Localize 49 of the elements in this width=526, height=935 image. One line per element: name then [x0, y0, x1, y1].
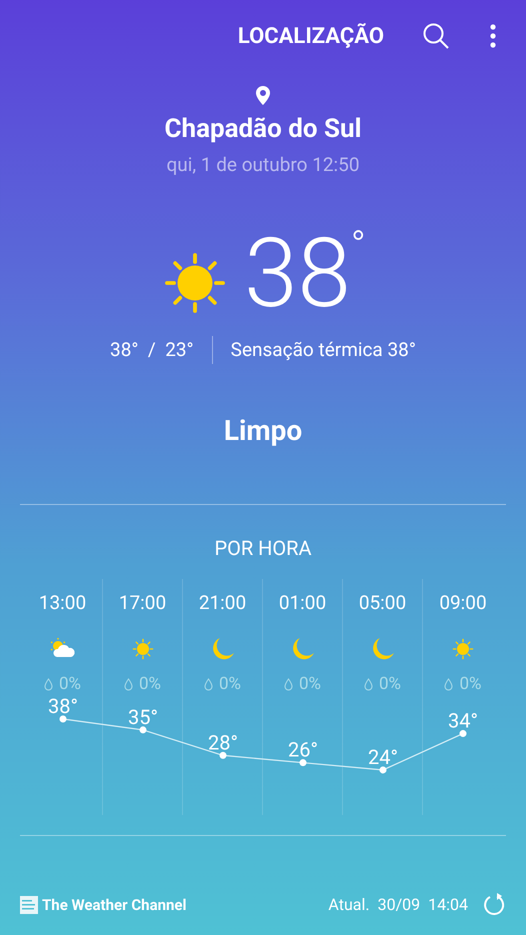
temperature-point	[140, 726, 146, 734]
temperature-label: 26°	[288, 738, 318, 762]
droplet-icon	[364, 678, 373, 691]
temperature-point	[300, 759, 306, 766]
hour-label: 13:00	[38, 590, 86, 616]
precipitation-chance: 0%	[459, 672, 482, 696]
updated-date: 30/09	[378, 894, 420, 916]
hour-label: 21:00	[198, 590, 246, 616]
feels-like: Sensação térmica 38°	[230, 336, 416, 362]
droplet-icon	[124, 678, 133, 691]
temperature-label: 34°	[448, 708, 478, 733]
high-low-temperature: 38° / 23°	[110, 336, 213, 364]
temperature-label: 38°	[48, 694, 78, 718]
precipitation-chance: 0%	[138, 672, 161, 696]
degree-symbol: °	[350, 226, 366, 266]
updated-label: Atual.	[328, 894, 370, 916]
provider-name[interactable]: The Weather Channel	[42, 894, 186, 916]
location-title: LOCALIZAÇÃO	[238, 22, 384, 50]
provider-logo-icon	[20, 896, 38, 914]
search-icon[interactable]	[422, 22, 450, 50]
temperature-point	[220, 752, 226, 759]
precipitation-chance: 0%	[218, 672, 241, 696]
hour-label: 09:00	[439, 590, 487, 616]
hourly-title: POR HORA	[214, 535, 312, 562]
temperature-point	[460, 730, 466, 738]
droplet-icon	[44, 678, 53, 691]
current-temperature: 38	[244, 226, 351, 322]
city-name: Chapadão do Sul	[164, 113, 362, 146]
sun-icon	[451, 636, 475, 660]
hour-label: 17:00	[118, 590, 166, 616]
weather-condition: Limpo	[224, 413, 302, 449]
more-options-icon[interactable]	[490, 24, 496, 48]
date-time: qui, 1 de outubro 12:50	[166, 152, 360, 178]
precipitation-chance: 0%	[378, 672, 401, 696]
precipitation-chance: 0%	[298, 672, 321, 696]
temperature-point	[380, 766, 386, 774]
temperature-label: 35°	[128, 704, 158, 729]
droplet-icon	[444, 678, 454, 691]
temperature-label: 28°	[208, 730, 238, 754]
precipitation-chance: 0%	[58, 672, 81, 696]
sun-icon	[130, 636, 154, 660]
updated-time: 14:04	[428, 894, 468, 916]
location-pin-icon	[255, 86, 271, 106]
hour-label: 05:00	[358, 590, 406, 616]
hour-label: 01:00	[278, 590, 326, 616]
temperature-point	[60, 716, 66, 722]
temperature-label: 24°	[368, 744, 398, 769]
droplet-icon	[204, 678, 213, 691]
droplet-icon	[284, 678, 293, 691]
